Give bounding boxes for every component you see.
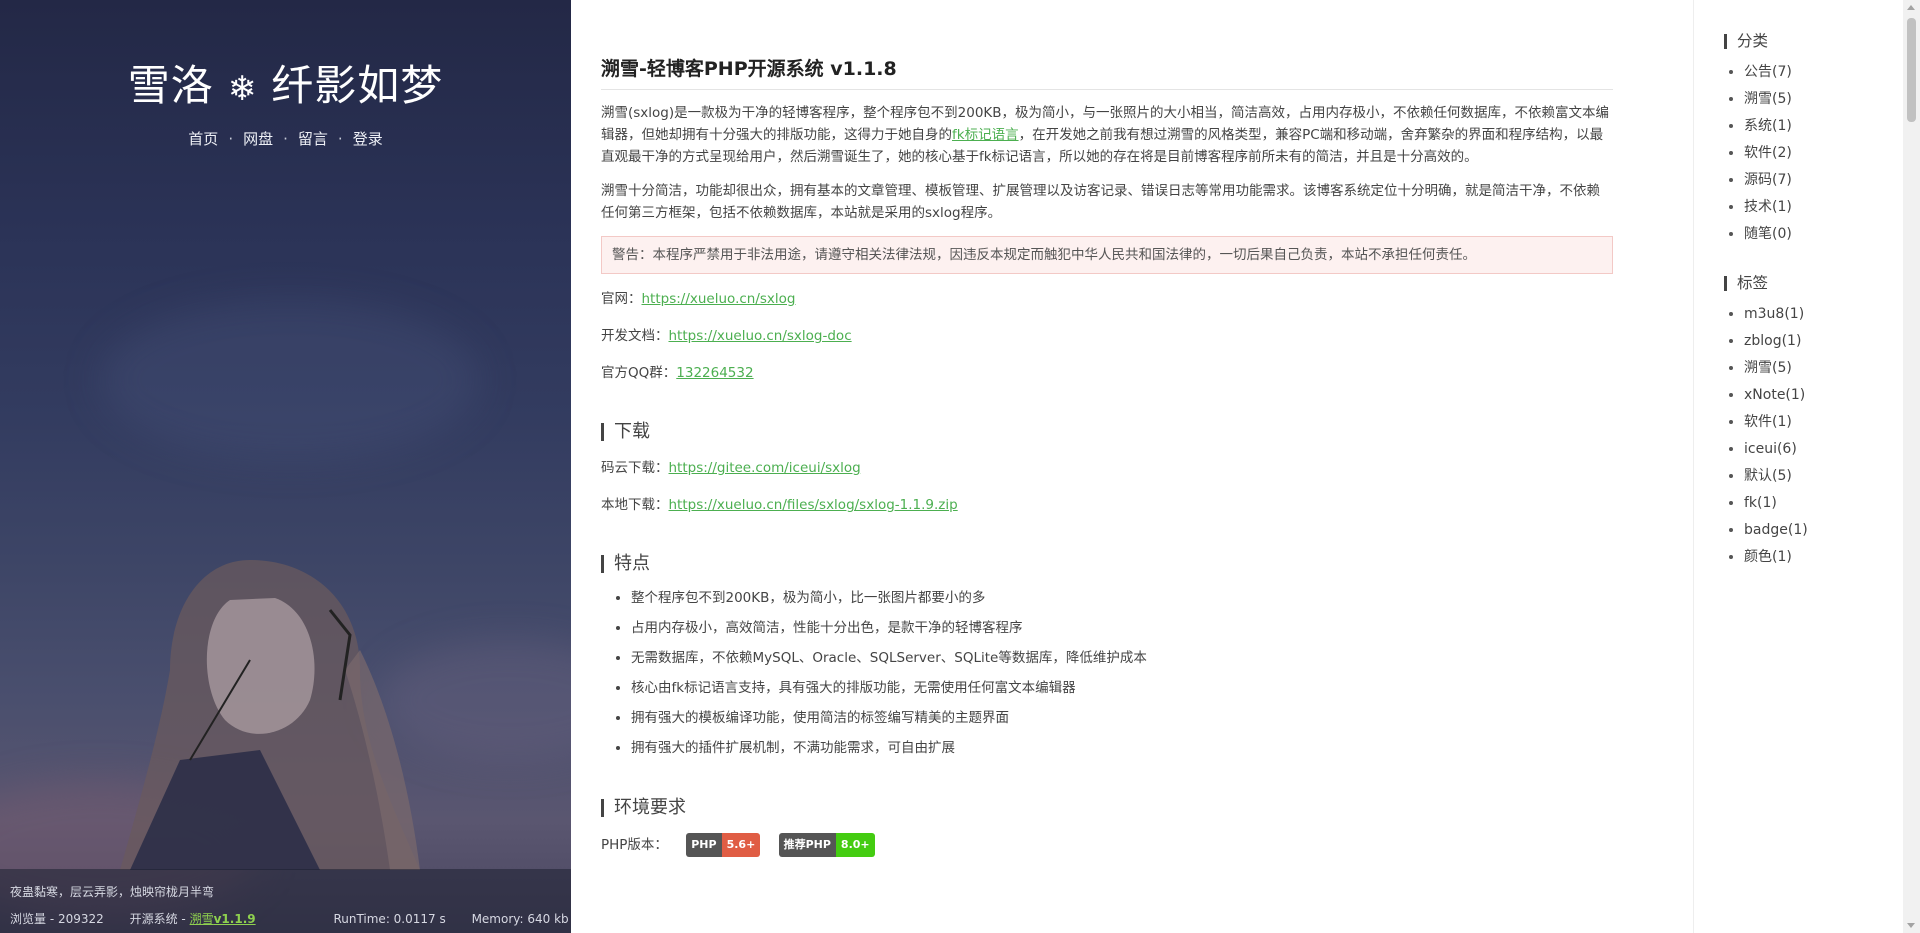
doc-line: 开发文档：https://xueluo.cn/sxlog-doc (601, 328, 852, 344)
nav-home[interactable]: 首页 (188, 130, 218, 148)
features-heading: 特点 (601, 555, 1613, 573)
tag-item: 颜色(1) (1744, 544, 1894, 571)
qq-group-line: 官方QQ群：132264532 (601, 365, 754, 381)
category-item: 软件(2) (1744, 140, 1894, 167)
tag-item: 软件(1) (1744, 409, 1894, 436)
download-heading: 下载 (601, 423, 1613, 441)
gitee-link[interactable]: https://gitee.com/iceui/sxlog (669, 460, 861, 476)
env-heading: 环境要求 (601, 799, 1613, 817)
gitee-line: 码云下载：https://gitee.com/iceui/sxlog (601, 460, 861, 476)
site-title[interactable]: 雪洛 ❄ 纤影如梦 (0, 52, 571, 113)
site-title-left: 雪洛 (127, 61, 214, 110)
local-download-line: 本地下载：https://xueluo.cn/files/sxlog/sxlog… (601, 497, 958, 513)
category-item: 源码(7) (1744, 167, 1894, 194)
stats-line: 浏览量 - 209322 开源系统 - 溯雪v1.1.9 RunTime: 0.… (10, 910, 569, 927)
article: 溯雪-轻博客PHP开源系统 v1.1.8 溯雪(sxlog)是一款极为干净的轻博… (601, 0, 1613, 857)
anime-girl-illustration (120, 560, 420, 870)
main-nav: 首页 · 网盘 · 留言 · 登录 (0, 128, 571, 149)
php-recommended-badge: 推荐PHP 8.0+ (778, 833, 875, 857)
runtime-text: RunTime: 0.0117 s (333, 912, 446, 926)
list-item: 拥有强大的插件扩展机制，不满功能需求，可自由扩展 (631, 733, 1613, 763)
list-item: 占用内存极小，高效简洁，性能十分出色，是款干净的轻博客程序 (631, 613, 1613, 643)
local-download-link[interactable]: https://xueluo.cn/files/sxlog/sxlog-1.1.… (669, 497, 958, 513)
tag-item: badge(1) (1744, 517, 1894, 544)
snowflake-icon: ❄ (227, 69, 258, 109)
category-item: 公告(7) (1744, 59, 1894, 86)
category-item: 技术(1) (1744, 194, 1894, 221)
nav-separator: · (283, 130, 288, 148)
php-version-line: PHP版本： PHP 5.6+ 推荐PHP 8.0+ (601, 833, 1613, 857)
memory-text: Memory: 640 kb (471, 912, 569, 926)
official-site-line: 官网：https://xueluo.cn/sxlog (601, 291, 796, 307)
left-footer: 夜蛊黏寒，层云弄影，烛映帘栊月半弯 浏览量 - 209322 开源系统 - 溯雪… (0, 869, 571, 933)
features-list: 整个程序包不到200KB，极为简小，比一张图片都要小的多 占用内存极小，高效简洁… (601, 583, 1613, 763)
nav-login[interactable]: 登录 (353, 130, 383, 148)
tag-item: zblog(1) (1744, 328, 1894, 355)
list-item: 核心由fk标记语言支持，具有强大的排版功能，无需使用任何富文本编辑器 (631, 673, 1613, 703)
tag-item: iceui(6) (1744, 436, 1894, 463)
feature-paragraph: 溯雪十分简洁，功能却很出众，拥有基本的文章管理、模板管理、扩展管理以及访客记录、… (601, 183, 1600, 221)
post-title: 溯雪-轻博客PHP开源系统 v1.1.8 (601, 54, 1613, 90)
tag-item: fk(1) (1744, 490, 1894, 517)
category-item: 系统(1) (1744, 113, 1894, 140)
fk-language-link[interactable]: fk标记语言 (952, 127, 1019, 143)
system-link[interactable]: 溯雪v1.1.9 (190, 912, 256, 926)
tag-item: 默认(5) (1744, 463, 1894, 490)
warning-box: 警告：本程序严禁用于非法用途，请遵守相关法律法规，因违反本规定而触犯中华人民共和… (601, 236, 1613, 274)
nav-netdisk[interactable]: 网盘 (243, 130, 273, 148)
nav-separator: · (337, 130, 343, 148)
sidebar: 分类 公告(7) 溯雪(5) 系统(1) 软件(2) 源码(7) 技术(1) 随… (1724, 0, 1894, 571)
qq-group-link[interactable]: 132264532 (676, 365, 753, 381)
php-min-badge: PHP 5.6+ (686, 833, 761, 857)
list-item: 无需数据库，不依赖MySQL、Oracle、SQLServer、SQLite等数… (631, 643, 1613, 673)
scroll-down-icon[interactable] (1907, 923, 1915, 928)
category-item: 随笔(0) (1744, 221, 1894, 248)
list-item: 整个程序包不到200KB，极为简小，比一张图片都要小的多 (631, 583, 1613, 613)
tags-list: m3u8(1) zblog(1) 溯雪(5) xNote(1) 软件(1) ic… (1724, 301, 1894, 571)
left-panel: 雪洛 ❄ 纤影如梦 首页 · 网盘 · 留言 · 登录 夜蛊黏寒，层云弄影，烛映帘栊月半弯 浏览… (0, 0, 571, 933)
intro-paragraph: 溯雪(sxlog)是一款极为干净的轻博客程序，整个程序包不到200KB，极为简小… (601, 105, 1610, 165)
tag-item: 溯雪(5) (1744, 355, 1894, 382)
scrollbar-thumb[interactable] (1907, 18, 1916, 122)
php-recommended-badge-value: 8.0+ (835, 833, 875, 857)
official-site-link[interactable]: https://xueluo.cn/sxlog (642, 291, 796, 307)
tags-title: 标签 (1724, 275, 1894, 291)
categories-title: 分类 (1724, 33, 1894, 49)
motto-text: 夜蛊黏寒，层云弄影，烛映帘栊月半弯 (10, 885, 215, 899)
doc-link[interactable]: https://xueluo.cn/sxlog-doc (669, 328, 852, 344)
scroll-up-icon[interactable] (1907, 5, 1915, 10)
main-content: 溯雪-轻博客PHP开源系统 v1.1.8 溯雪(sxlog)是一款极为干净的轻博… (571, 0, 1693, 933)
views-count: 浏览量 - 209322 (10, 912, 104, 926)
list-item: 拥有强大的模板编译功能，使用简洁的标签编写精美的主题界面 (631, 703, 1613, 733)
system-prefix: 开源系统 - (129, 912, 186, 926)
tag-item: xNote(1) (1744, 382, 1894, 409)
sidebar-divider (1693, 0, 1694, 933)
categories-list: 公告(7) 溯雪(5) 系统(1) 软件(2) 源码(7) 技术(1) 随笔(0… (1724, 59, 1894, 248)
php-min-badge-value: 5.6+ (721, 833, 761, 857)
php-version-label: PHP版本： (601, 837, 668, 853)
tag-item: m3u8(1) (1744, 301, 1894, 328)
nav-guestbook[interactable]: 留言 (298, 130, 328, 148)
site-title-right: 纤影如梦 (271, 61, 444, 110)
nav-separator: · (228, 130, 234, 148)
page-scrollbar[interactable] (1903, 0, 1920, 933)
category-item: 溯雪(5) (1744, 86, 1894, 113)
